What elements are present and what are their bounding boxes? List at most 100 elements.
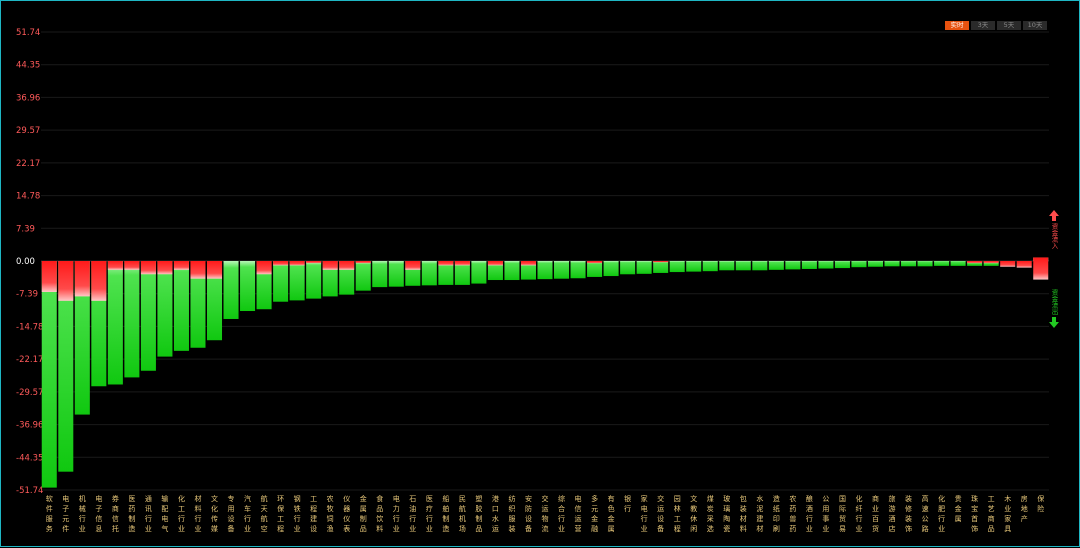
tab-3-days[interactable]: 3天: [971, 21, 995, 30]
inflow-bar: [587, 261, 603, 264]
tab-10-days[interactable]: 10天: [1023, 21, 1047, 30]
outflow-bar: [273, 261, 289, 302]
outflow-bar: [834, 261, 850, 269]
outflow-bar: [702, 261, 718, 272]
outflow-bar: [735, 261, 751, 271]
category-label: 煤炭采选: [707, 494, 714, 533]
outflow-bar: [504, 261, 520, 281]
outflow-bar: [421, 261, 437, 286]
outflow-bar: [537, 261, 553, 280]
inflow-bar: [140, 261, 156, 275]
outflow-bar: [124, 261, 140, 378]
inflow-bar: [1000, 261, 1016, 267]
outflow-bar: [917, 261, 933, 267]
inflow-bar: [289, 261, 305, 266]
legend-outflow-label: 资金流出: [1050, 289, 1058, 315]
period-tabs: 实时 3天 5天 10天: [945, 21, 1047, 30]
arrow-stem: [1052, 216, 1056, 221]
category-label: 石油行业: [409, 495, 416, 533]
tab-realtime[interactable]: 实时: [945, 21, 969, 30]
y-tick-label: -22.17: [16, 355, 43, 365]
chart-frame: 51.74 44.35 36.96 29.57 22.17 14.78 7.39 0.00 -7…: [0, 0, 1080, 547]
category-label: 通讯行业: [145, 494, 152, 533]
category-label: 钢铁行业: [294, 494, 301, 533]
y-tick-label: 7.39: [16, 224, 35, 234]
outflow-bar: [867, 261, 884, 267]
category-label: 化工行业: [178, 494, 185, 533]
inflow-bar: [91, 261, 107, 301]
outflow-bar: [686, 261, 702, 272]
category-label: 纺织服装: [508, 494, 515, 533]
outflow-bar: [719, 261, 735, 271]
y-tick-label: 14.78: [16, 192, 40, 202]
outflow-bar: [223, 261, 239, 319]
inflow-bar: [173, 261, 189, 270]
category-label: 交运物流: [542, 494, 549, 533]
outflow-bar: [752, 261, 768, 271]
outflow-bar: [289, 261, 305, 301]
inflow-bar: [355, 261, 371, 264]
category-label: 电子信息: [95, 494, 102, 533]
outflow-bar: [620, 261, 636, 275]
y-tick-label: -14.78: [16, 322, 43, 332]
category-label: 输配电气: [161, 494, 168, 533]
outflow-bar: [173, 261, 189, 351]
inflow-bar: [190, 261, 206, 279]
category-label: 玻璃陶瓷: [723, 494, 730, 533]
category-label: 园林工程: [674, 495, 681, 533]
y-tick-label: 29.57: [16, 126, 40, 136]
category-label: 塑胶制品: [475, 494, 482, 533]
inflow-bar: [206, 261, 223, 279]
category-label: 机械行业: [79, 494, 86, 533]
category-label: 金属制品: [360, 494, 367, 533]
category-label: 农牧饲渔: [327, 494, 334, 533]
outflow-bar: [471, 261, 487, 284]
outflow-bar: [934, 261, 950, 266]
category-label: 安防设备: [525, 494, 532, 533]
category-label: 水泥建材: [756, 494, 763, 533]
category-label: 医药制造: [128, 495, 135, 533]
category-label: 工艺商品: [988, 495, 995, 533]
outflow-bar: [570, 261, 586, 279]
outflow-bar: [818, 261, 834, 269]
y-tick-label: -51.74: [16, 486, 43, 496]
category-label: 民航机场: [459, 495, 466, 533]
outflow-bar: [801, 261, 817, 269]
outflow-bar: [240, 261, 256, 312]
tab-5-days[interactable]: 5天: [997, 21, 1021, 30]
category-label: 汽车行业: [244, 494, 251, 533]
inflow-bar: [157, 261, 173, 275]
inflow-bar: [1033, 257, 1049, 280]
outflow-bar: [884, 261, 900, 267]
category-label: 券商信托: [112, 494, 119, 533]
category-label: 电子元件: [62, 494, 69, 533]
outflow-bar: [603, 261, 619, 277]
inflow-bar: [58, 261, 74, 301]
fund-flow-bar-chart: 51.74 44.35 36.96 29.57 22.17 14.78 7.39 0.00 -7…: [16, 28, 1049, 533]
outflow-bar: [140, 261, 156, 371]
outflow-bar: [950, 261, 966, 266]
outflow-bar: [851, 261, 867, 268]
category-label: 房地产: [1021, 494, 1028, 523]
category-label: 公用事业: [822, 495, 829, 533]
y-tick-label: -7.39: [16, 290, 38, 300]
category-label: 商业百货: [872, 494, 879, 533]
outflow-bar: [554, 261, 570, 279]
category-label: 船舶制造: [442, 494, 449, 533]
category-label: 酿酒行业: [806, 494, 813, 533]
inflow-bar: [322, 261, 338, 270]
category-label: 港口水运: [492, 494, 499, 533]
inflow-bar: [41, 261, 57, 292]
outflow-bar: [372, 261, 388, 288]
inflow-bar: [107, 261, 123, 270]
category-label: 航天航空: [261, 494, 268, 533]
inflow-bar: [256, 261, 272, 275]
category-label: 交运设备: [657, 494, 664, 533]
category-label: 农药兽药: [789, 494, 796, 533]
outflow-bar: [653, 261, 669, 273]
inflow-bar: [967, 261, 983, 264]
category-label: 化肥行业: [938, 494, 945, 533]
category-label: 化纤行业: [855, 494, 862, 533]
category-label: 木业家具: [1004, 494, 1011, 533]
inflow-bar: [653, 261, 669, 263]
